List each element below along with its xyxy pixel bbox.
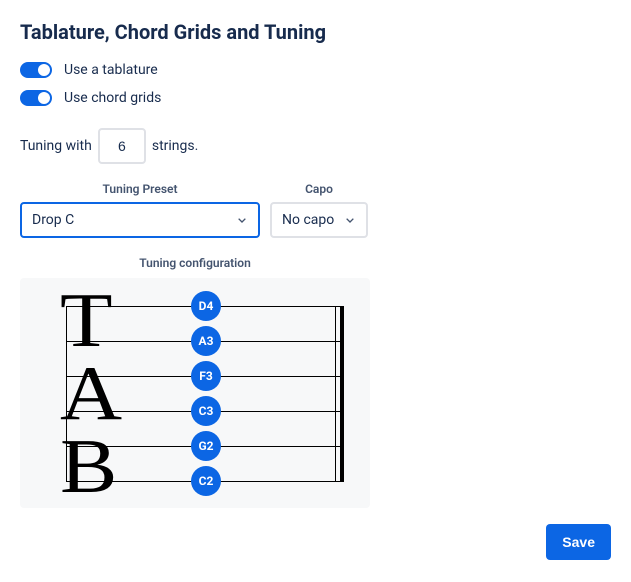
page-title: Tablature, Chord Grids and Tuning — [20, 20, 611, 44]
string-note-2[interactable]: A3 — [191, 326, 221, 356]
string-note-6[interactable]: C2 — [191, 466, 221, 496]
toggle-chord-grids-row: Use chord grids — [20, 90, 611, 106]
footer: Save — [20, 524, 611, 560]
capo-field: Capo No capo — [270, 182, 368, 238]
tuning-configuration-section: Tuning configuration T A B D4 A3 F3 C3 G… — [20, 256, 370, 508]
toggle-chord-grids-label: Use chord grids — [64, 90, 161, 106]
tuning-config-label: Tuning configuration — [20, 256, 370, 270]
string-note-5[interactable]: G2 — [191, 431, 221, 461]
capo-label: Capo — [305, 182, 333, 196]
toggle-tablature[interactable] — [20, 62, 52, 78]
capo-value: No capo — [282, 212, 334, 228]
tuning-preset-label: Tuning Preset — [103, 182, 178, 196]
strings-count-input[interactable] — [98, 128, 146, 164]
tuning-preset-select[interactable]: Drop C — [20, 202, 260, 238]
tuning-prefix: Tuning with — [20, 138, 92, 154]
tuning-preset-field: Tuning Preset Drop C — [20, 182, 260, 238]
tuning-diagram: T A B D4 A3 F3 C3 G2 C2 — [20, 278, 370, 508]
toggle-chord-grids[interactable] — [20, 90, 52, 106]
string-note-1[interactable]: D4 — [191, 291, 221, 321]
chevron-down-icon — [234, 212, 250, 228]
tab-letters: T A B — [60, 284, 110, 503]
tuning-preset-value: Drop C — [32, 212, 74, 228]
toggle-tablature-label: Use a tablature — [64, 62, 158, 78]
capo-select[interactable]: No capo — [270, 202, 368, 238]
save-button[interactable]: Save — [546, 524, 611, 560]
string-note-4[interactable]: C3 — [191, 396, 221, 426]
tuning-suffix: strings. — [152, 138, 198, 154]
chevron-down-icon — [342, 212, 358, 228]
string-note-3[interactable]: F3 — [191, 361, 221, 391]
toggle-tablature-row: Use a tablature — [20, 62, 611, 78]
tuning-strings-row: Tuning with strings. — [20, 128, 611, 164]
